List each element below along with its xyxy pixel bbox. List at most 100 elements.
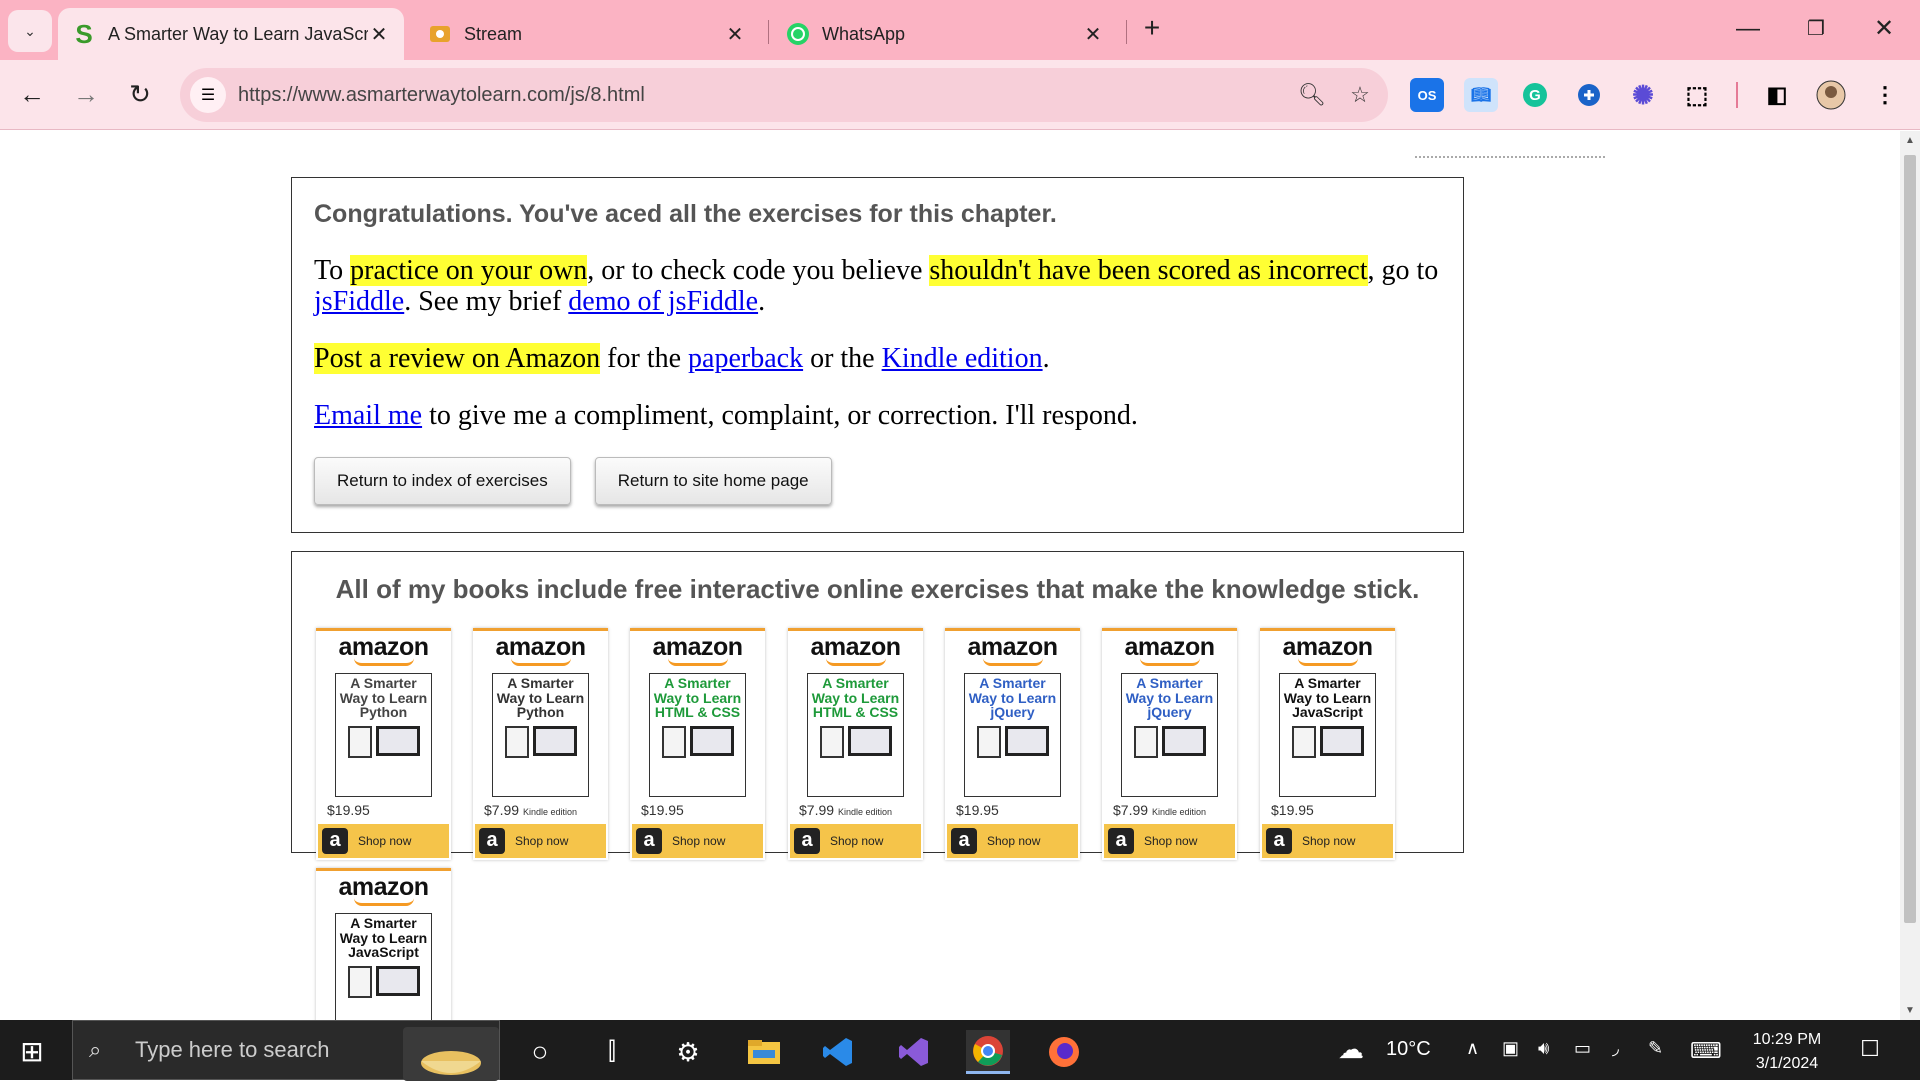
tab-stream[interactable]: Stream ✕	[414, 8, 760, 60]
vscode-icon[interactable]	[816, 1030, 860, 1074]
shop-now-button[interactable]: a Shop now	[1104, 824, 1235, 858]
new-tab-button[interactable]: +	[1136, 14, 1168, 46]
tab-javascript[interactable]: S A Smarter Way to Learn JavaScr ✕	[58, 8, 404, 60]
wifi-icon[interactable]: ◞	[1612, 1038, 1619, 1059]
highlighted-text: practice on your own	[350, 255, 588, 286]
back-button[interactable]: ←	[14, 76, 50, 112]
shop-now-button[interactable]: a Shop now	[632, 824, 763, 858]
restore-button[interactable]: ❐	[1786, 10, 1846, 48]
amazon-logo: amazon	[810, 633, 901, 661]
text: . See my brief	[404, 286, 569, 317]
bookmark-star-icon[interactable]: ☆	[1340, 82, 1380, 108]
address-bar[interactable]: ☰ https://www.asmarterwaytolearn.com/js/…	[180, 68, 1388, 122]
weather-cloud-icon[interactable]: ☁	[1338, 1034, 1364, 1065]
book-price: $19.95	[1271, 802, 1314, 818]
file-explorer-icon[interactable]	[742, 1030, 786, 1074]
book-ad-card[interactable]: amazon A Smarter Way to Learn HTML & CSS $…	[630, 628, 765, 860]
site-info-icon[interactable]: ☰	[190, 77, 226, 113]
book-cover[interactable]: A Smarter Way to Learn jQuery	[1121, 673, 1218, 797]
book-ad-card[interactable]: amazon A Smarter Way to Learn jQuery $7.99…	[1102, 628, 1237, 860]
tab-whatsapp[interactable]: WhatsApp ✕	[772, 8, 1118, 60]
site-favicon: S	[75, 18, 93, 49]
task-view-icon[interactable]: ⫿	[590, 1030, 634, 1074]
cortana-icon[interactable]: ○	[518, 1030, 562, 1074]
book-title: A Smarter Way to Learn HTML & CSS	[811, 675, 900, 720]
book-price: $7.99 Kindle edition	[799, 802, 892, 818]
profile-avatar[interactable]	[1814, 78, 1848, 112]
book-title: A Smarter Way to Learn jQuery	[1125, 675, 1214, 720]
paperback-link[interactable]: paperback	[688, 343, 803, 374]
os-extension-icon[interactable]: OS	[1410, 78, 1444, 112]
shop-now-button[interactable]: a Shop now	[318, 824, 449, 858]
menu-icon[interactable]: ⋮	[1868, 78, 1902, 112]
book-ad-card[interactable]: amazon A Smarter Way to Learn Python $7.99…	[473, 628, 608, 860]
jsfiddle-link[interactable]: jsFiddle	[314, 286, 404, 317]
firefox-icon[interactable]	[1042, 1030, 1086, 1074]
chevron-up-icon[interactable]: ∧	[1466, 1038, 1479, 1059]
book-cover[interactable]: A Smarter Way to Learn JavaScript	[1279, 673, 1376, 797]
dotted-divider	[1415, 156, 1605, 158]
meet-now-icon[interactable]: ▣	[1502, 1038, 1519, 1059]
settings-gear-icon[interactable]: ⚙	[666, 1030, 710, 1074]
book-cover[interactable]: A Smarter Way to Learn Python	[492, 673, 589, 797]
reload-button[interactable]: ↻	[122, 76, 158, 112]
extensions-icon[interactable]: ⬚	[1680, 78, 1714, 112]
visual-studio-icon[interactable]	[892, 1030, 936, 1074]
forward-button[interactable]: →	[68, 76, 104, 112]
close-icon[interactable]: ✕	[1082, 22, 1104, 47]
return-to-index-button[interactable]: Return to index of exercises	[314, 457, 571, 505]
book-cover[interactable]: A Smarter Way to Learn JavaScript	[335, 913, 432, 1020]
book-cover[interactable]: A Smarter Way to Learn HTML & CSS	[649, 673, 746, 797]
text: , go to	[1367, 255, 1439, 286]
book-cover[interactable]: A Smarter Way to Learn jQuery	[964, 673, 1061, 797]
tab-search-button[interactable]: ⌄	[8, 10, 52, 52]
grammarly-icon[interactable]: G	[1518, 78, 1552, 112]
keyboard-icon[interactable]: ⌨	[1690, 1038, 1722, 1064]
window-close-button[interactable]: ✕	[1854, 10, 1914, 48]
volume-icon[interactable]: 🔊︎	[1538, 1038, 1549, 1059]
scroll-down-icon[interactable]: ▼	[1900, 1005, 1920, 1016]
taskbar-search-box[interactable]: ⌕ Type here to search	[72, 1020, 500, 1081]
shop-now-button[interactable]: a Shop now	[475, 824, 606, 858]
email-paragraph: Email me to give me a compliment, compla…	[314, 400, 1441, 431]
scrollbar[interactable]: ▲ ▼	[1900, 131, 1920, 1020]
translate-extension-icon[interactable]: 📖︎	[1464, 78, 1498, 112]
book-ad-card[interactable]: amazon A Smarter Way to Learn JavaScript $…	[1260, 628, 1395, 860]
shop-now-button[interactable]: a Shop now	[1262, 824, 1393, 858]
book-ad-card[interactable]: amazon A Smarter Way to Learn Python $19.9…	[316, 628, 451, 860]
zoom-icon[interactable]: 🔍︎	[1292, 82, 1332, 108]
side-panel-icon[interactable]: ◧	[1760, 78, 1794, 112]
return-to-home-button[interactable]: Return to site home page	[594, 457, 832, 505]
chrome-icon[interactable]	[966, 1030, 1010, 1074]
kindle-edition-link[interactable]: Kindle edition	[882, 343, 1043, 374]
pen-icon[interactable]: ✎	[1648, 1038, 1663, 1059]
puzzle-extension-icon[interactable]	[1572, 78, 1606, 112]
url-text[interactable]: https://www.asmarterwaytolearn.com/js/8.…	[238, 84, 1292, 107]
scroll-thumb[interactable]	[1904, 155, 1916, 923]
book-title: A Smarter Way to Learn Python	[339, 675, 428, 720]
scroll-up-icon[interactable]: ▲	[1900, 135, 1920, 146]
book-ad-card[interactable]: amazon A Smarter Way to Learn jQuery $19.9…	[945, 628, 1080, 860]
minimize-button[interactable]: —	[1718, 10, 1778, 48]
close-icon[interactable]: ✕	[368, 22, 390, 47]
windows-start-icon[interactable]: ⊞	[14, 1034, 50, 1070]
toolbar-divider	[1736, 82, 1738, 108]
system-clock[interactable]: 10:29 PM 3/1/2024	[1742, 1028, 1832, 1076]
jsfiddle-demo-link[interactable]: demo of jsFiddle	[568, 286, 758, 317]
book-price: $19.95	[956, 802, 999, 818]
book-ad-card[interactable]: amazon A Smarter Way to Learn HTML & CSS $…	[788, 628, 923, 860]
shop-now-button[interactable]: a Shop now	[790, 824, 921, 858]
shop-now-button[interactable]: a Shop now	[947, 824, 1078, 858]
page-viewport: Congratulations. You've aced all the exe…	[0, 131, 1900, 1020]
weather-temperature[interactable]: 10°C	[1386, 1038, 1431, 1061]
book-ad-card[interactable]: amazon A Smarter Way to Learn JavaScript	[316, 868, 451, 1020]
notification-icon[interactable]: ☐	[1856, 1036, 1884, 1064]
star-extension-icon[interactable]: ✺	[1626, 78, 1660, 112]
email-me-link[interactable]: Email me	[314, 400, 422, 431]
button-row: Return to index of exercises Return to s…	[314, 457, 1441, 505]
book-cover[interactable]: A Smarter Way to Learn HTML & CSS	[807, 673, 904, 797]
close-icon[interactable]: ✕	[724, 22, 746, 47]
search-placeholder: Type here to search	[135, 1037, 330, 1062]
book-cover[interactable]: A Smarter Way to Learn Python	[335, 673, 432, 797]
battery-icon[interactable]: ▭	[1574, 1038, 1591, 1059]
